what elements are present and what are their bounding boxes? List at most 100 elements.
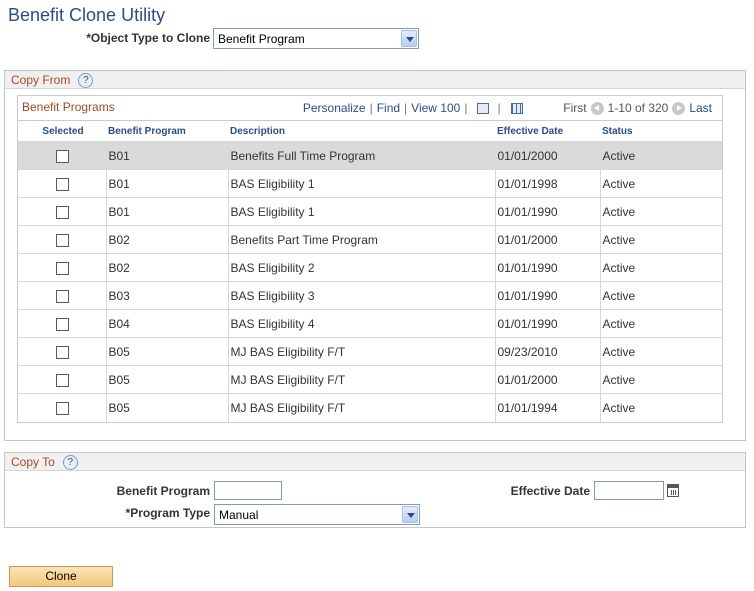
page-range: 1-10 of 320	[607, 101, 669, 115]
benefit-program-cell: B05	[105, 337, 228, 366]
separator: |	[404, 101, 408, 115]
benefit-program-cell: B04	[105, 309, 228, 338]
status-cell: Active	[599, 169, 722, 198]
effective-date-input[interactable]	[594, 481, 664, 500]
copy-to-title: Copy To	[11, 455, 55, 469]
last-link[interactable]: Last	[689, 101, 712, 115]
effective-date-cell: 01/01/1990	[494, 309, 600, 338]
program-type-label: *Program Type	[125, 506, 210, 520]
benefit-program-cell: B05	[105, 393, 228, 422]
selected-cell	[18, 393, 106, 422]
find-link[interactable]: Find	[377, 101, 400, 115]
separator: |	[464, 101, 468, 115]
effective-date-label: Effective Date	[510, 484, 590, 498]
table-row: B02 BAS Eligibility 2 01/01/1990 Active	[18, 253, 722, 282]
benefit-program-label: Benefit Program	[116, 484, 210, 498]
description-cell: BAS Eligibility 3	[227, 281, 495, 310]
description-cell: Benefits Part Time Program	[227, 225, 495, 254]
selected-cell	[18, 197, 106, 226]
description-cell: BAS Eligibility 2	[227, 253, 495, 282]
table-row: B01 Benefits Full Time Program 01/01/2000 A…	[18, 141, 722, 170]
column-header-status[interactable]: Status	[600, 120, 722, 142]
table-row: B05 MJ BAS Eligibility F/T 09/23/2010 Activ…	[18, 337, 722, 366]
selected-checkbox[interactable]	[56, 317, 70, 331]
column-header-effective-date[interactable]: Effective Date	[495, 120, 600, 142]
selected-cell	[18, 141, 106, 170]
table-row: B01 BAS Eligibility 1 01/01/1990 Active	[18, 197, 722, 226]
table-row: B01 BAS Eligibility 1 01/01/1998 Active	[18, 169, 722, 198]
selected-checkbox[interactable]	[56, 401, 70, 415]
calendar-icon[interactable]	[667, 484, 679, 497]
column-header-benefit-program[interactable]: Benefit Program	[106, 120, 228, 142]
effective-date-cell: 01/01/2000	[494, 365, 600, 394]
table-row: B04 BAS Eligibility 4 01/01/1990 Active	[18, 309, 722, 338]
clone-button[interactable]: Clone	[9, 566, 113, 587]
first-link[interactable]: First	[563, 101, 586, 115]
status-cell: Active	[599, 225, 722, 254]
object-type-label: *Object Type to Clone	[86, 31, 210, 45]
separator: |	[497, 101, 501, 115]
status-cell: Active	[599, 393, 722, 422]
effective-date-cell: 01/01/1998	[494, 169, 600, 198]
program-type-value: Manual	[219, 508, 259, 522]
description-cell: MJ BAS Eligibility F/T	[227, 365, 495, 394]
selected-checkbox[interactable]	[56, 289, 70, 303]
separator: |	[369, 101, 373, 115]
chevron-down-icon[interactable]	[402, 506, 418, 523]
benefit-program-cell: B03	[105, 281, 228, 310]
grid-table: Selected Benefit Program Description Eff…	[18, 120, 722, 422]
benefit-program-cell: B01	[105, 169, 228, 198]
effective-date-cell: 01/01/1990	[494, 197, 600, 226]
benefit-program-cell: B01	[105, 197, 228, 226]
previous-page-icon[interactable]	[590, 102, 604, 116]
selected-checkbox[interactable]	[56, 233, 70, 247]
program-type-select[interactable]: Manual	[214, 504, 420, 525]
column-header-description[interactable]: Description	[228, 120, 495, 142]
effective-date-cell: 01/01/1990	[494, 253, 600, 282]
description-cell: BAS Eligibility 4	[227, 309, 495, 338]
selected-cell	[18, 337, 106, 366]
description-cell: MJ BAS Eligibility F/T	[227, 393, 495, 422]
table-row: B05 MJ BAS Eligibility F/T 01/01/2000 Activ…	[18, 365, 722, 394]
column-header-selected[interactable]: Selected	[18, 120, 106, 142]
selected-cell	[18, 281, 106, 310]
object-type-value: Benefit Program	[218, 32, 305, 46]
next-page-icon[interactable]	[672, 102, 686, 116]
description-cell: MJ BAS Eligibility F/T	[227, 337, 495, 366]
grid-header: Benefit Programs Personalize | Find | View 1…	[18, 96, 722, 120]
selected-checkbox[interactable]	[56, 177, 70, 191]
copy-from-title: Copy From	[11, 73, 71, 87]
copy-from-section: Copy From? Benefit Programs Personalize |…	[4, 70, 746, 441]
selected-cell	[18, 169, 106, 198]
description-cell: Benefits Full Time Program	[227, 141, 495, 170]
page-title: Benefit Clone Utility	[8, 5, 166, 25]
help-icon[interactable]: ?	[78, 73, 94, 88]
effective-date-cell: 09/23/2010	[494, 337, 600, 366]
object-type-select[interactable]: Benefit Program	[213, 28, 419, 49]
benefit-program-cell: B02	[105, 225, 228, 254]
help-icon[interactable]: ?	[62, 455, 78, 470]
selected-checkbox[interactable]	[56, 261, 70, 275]
effective-date-cell: 01/01/2000	[494, 225, 600, 254]
status-cell: Active	[599, 253, 722, 282]
benefit-program-input[interactable]	[214, 481, 282, 500]
selected-checkbox[interactable]	[56, 373, 70, 387]
copy-to-header: Copy To?	[5, 453, 745, 471]
status-cell: Active	[599, 309, 722, 338]
status-cell: Active	[599, 337, 722, 366]
copy-from-header: Copy From?	[5, 71, 745, 89]
grid-navigation: Personalize | Find | View 100 | | First 1-10 of…	[303, 101, 712, 116]
effective-date-cell: 01/01/1990	[494, 281, 600, 310]
view-100-link[interactable]: View 100	[411, 101, 460, 115]
benefit-programs-grid: Benefit Programs Personalize | Find | View 1…	[17, 95, 723, 423]
personalize-link[interactable]: Personalize	[303, 101, 366, 115]
description-cell: BAS Eligibility 1	[227, 169, 495, 198]
benefit-program-cell: B01	[105, 141, 228, 170]
effective-date-cell: 01/01/1994	[494, 393, 600, 422]
chevron-down-icon[interactable]	[401, 30, 417, 47]
selected-checkbox[interactable]	[56, 149, 70, 163]
new-window-icon[interactable]	[477, 103, 490, 115]
download-grid-icon[interactable]	[510, 103, 523, 115]
selected-checkbox[interactable]	[56, 205, 70, 219]
selected-checkbox[interactable]	[56, 345, 70, 359]
